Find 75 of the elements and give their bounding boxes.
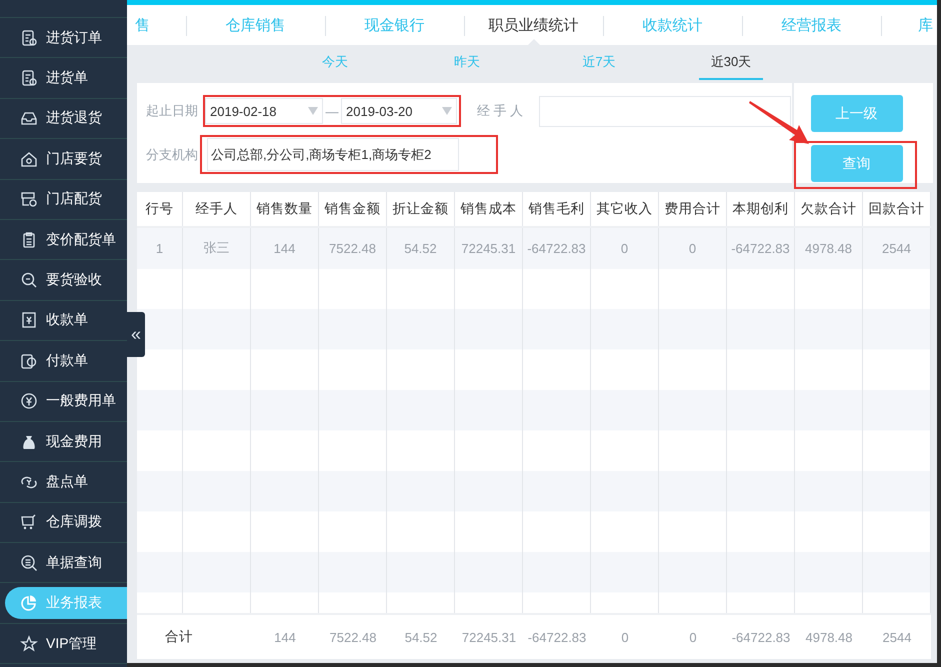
table-cell: 54.52 — [387, 228, 455, 268]
dropdown-caret-icon — [308, 107, 318, 115]
total-cell-text: 144 — [273, 628, 297, 646]
search-icon — [20, 271, 38, 290]
receipt-icon — [20, 311, 38, 330]
tab[interactable]: 职员业绩统计 — [464, 5, 603, 45]
sidebar-item[interactable]: 单据查询 — [5, 546, 127, 579]
document-icon — [20, 28, 38, 47]
store-icon — [20, 190, 38, 208]
pie-chart-icon — [20, 594, 38, 612]
total-cell-text: -64722.83 — [526, 628, 588, 646]
total-cell-text: 0 — [688, 628, 698, 646]
period-tab[interactable]: 近30天 — [698, 45, 764, 80]
table-cell: 144 — [251, 228, 319, 268]
search-icon — [20, 554, 38, 572]
table-cell: -64722.83 — [727, 228, 795, 268]
sidebar-item[interactable]: VIP管理 — [5, 628, 127, 660]
cart-icon — [20, 513, 38, 532]
total-cell-text: 0 — [620, 628, 630, 646]
handler-input-field[interactable] — [539, 96, 791, 126]
sidebar-item[interactable]: 一般费用单 — [5, 385, 127, 418]
yen-coin-icon — [20, 392, 38, 410]
column-header: 其它收入 — [591, 192, 659, 226]
column-header: 销售成本 — [455, 192, 523, 226]
sidebar-item[interactable]: 收款单 — [5, 304, 127, 336]
collapse-handle[interactable]: « — [127, 312, 145, 357]
table-cell: 0 — [659, 228, 727, 268]
date-field[interactable]: 2019-02-18 — [205, 98, 323, 124]
column-header: 销售毛利 — [523, 192, 591, 226]
date-field[interactable]: 2019-03-20 — [341, 98, 457, 124]
column-header: 本期创利 — [727, 192, 795, 226]
column-header: 经手人 — [183, 192, 251, 226]
total-cell-text: 2544 — [882, 628, 912, 646]
branch-label: 分支机构 — [146, 146, 199, 164]
document-icon — [20, 69, 38, 88]
total-cell-text: -64722.83 — [730, 628, 792, 646]
table-cell: 7522.48 — [319, 228, 387, 268]
sidebar-item[interactable]: 仓库调拨 — [5, 506, 127, 538]
total-cell-text: 7522.48 — [328, 628, 378, 646]
sidebar-item[interactable]: 进货订单 — [5, 22, 127, 54]
total-cell-text: 54.52 — [404, 628, 438, 646]
table-cell: 张三 — [183, 228, 251, 268]
document-coin-icon — [20, 352, 38, 370]
table-cell: -64722.83 — [523, 228, 591, 268]
sidebar-item[interactable]: 现金费用 — [5, 426, 127, 458]
sidebar-item[interactable]: 付款单 — [5, 344, 127, 377]
star-icon — [20, 634, 38, 653]
total-cell-text: 4978.48 — [804, 628, 854, 646]
sidebar-item[interactable]: 进货退货 — [5, 102, 127, 134]
range-separator: — — [324, 104, 340, 118]
total-cell-text: 72245.31 — [460, 628, 518, 646]
column-header: 销售金额 — [319, 192, 387, 226]
handler-label: 经 手 人 — [477, 102, 524, 120]
branch-field[interactable]: 公司总部,分公司,商场专柜1,商场专柜2 — [207, 138, 459, 171]
sidebar-item[interactable]: 门店要货 — [5, 142, 127, 175]
column-header: 回款合计 — [863, 192, 931, 226]
sidebar-item[interactable]: 进货单 — [5, 62, 127, 94]
column-header: 欠款合计 — [795, 192, 863, 226]
table-cell: 4978.48 — [795, 228, 863, 268]
sidebar-item[interactable]: 盘点单 — [5, 466, 127, 498]
column-header: 费用合计 — [659, 192, 727, 226]
sidebar-item[interactable]: 变价配货单 — [5, 224, 127, 256]
table-cell: 2544 — [863, 228, 931, 268]
sidebar-item[interactable]: 要货验收 — [5, 264, 127, 296]
column-header: 行号 — [137, 192, 183, 226]
house-icon — [20, 150, 38, 168]
table-cell: 0 — [591, 228, 659, 268]
column-header: 销售数量 — [251, 192, 319, 226]
column-header: 折让金额 — [387, 192, 455, 226]
dropdown-caret-icon — [442, 107, 452, 115]
table-cell: 72245.31 — [455, 228, 523, 268]
sidebar-item[interactable]: 门店配货 — [5, 183, 127, 216]
total-label: 合计 — [164, 628, 194, 646]
date-range-label: 起止日期 — [146, 102, 199, 120]
table-cell: 1 — [137, 228, 183, 268]
